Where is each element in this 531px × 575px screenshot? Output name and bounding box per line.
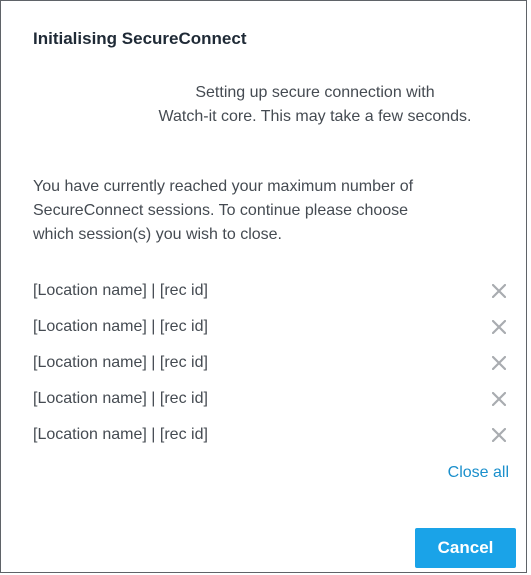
setup-message-line: Watch-it core. This may take a few secon…: [158, 108, 472, 125]
close-icon: [492, 284, 506, 298]
close-session-button[interactable]: [489, 425, 509, 445]
close-session-button[interactable]: [489, 281, 509, 301]
setup-message: Setting up secure connection with Watch-…: [125, 81, 505, 129]
cancel-button[interactable]: Cancel: [415, 528, 516, 568]
secureconnect-dialog: Initialising SecureConnect Setting up se…: [0, 0, 527, 573]
close-icon: [492, 320, 506, 334]
session-list: [Location name] | [rec id] [Location nam…: [33, 273, 523, 453]
session-row: [Location name] | [rec id]: [33, 345, 523, 381]
session-limit-message: You have currently reached your maximum …: [33, 175, 513, 247]
session-row: [Location name] | [rec id]: [33, 273, 523, 309]
session-row: [Location name] | [rec id]: [33, 417, 523, 453]
close-icon: [492, 392, 506, 406]
session-row: [Location name] | [rec id]: [33, 381, 523, 417]
session-label: [Location name] | [rec id]: [33, 282, 208, 299]
dialog-title: Initialising SecureConnect: [33, 29, 247, 48]
session-label: [Location name] | [rec id]: [33, 426, 208, 443]
limit-message-line: which session(s) you wish to close.: [33, 226, 282, 243]
close-all-link[interactable]: Close all: [448, 464, 509, 482]
limit-message-line: SecureConnect sessions. To continue plea…: [33, 202, 409, 219]
session-row: [Location name] | [rec id]: [33, 309, 523, 345]
session-label: [Location name] | [rec id]: [33, 354, 208, 371]
close-session-button[interactable]: [489, 389, 509, 409]
session-label: [Location name] | [rec id]: [33, 318, 208, 335]
limit-message-line: You have currently reached your maximum …: [33, 178, 414, 195]
close-icon: [492, 428, 506, 442]
session-label: [Location name] | [rec id]: [33, 390, 208, 407]
close-session-button[interactable]: [489, 353, 509, 373]
close-session-button[interactable]: [489, 317, 509, 337]
close-icon: [492, 356, 506, 370]
setup-message-line: Setting up secure connection with: [195, 84, 435, 101]
